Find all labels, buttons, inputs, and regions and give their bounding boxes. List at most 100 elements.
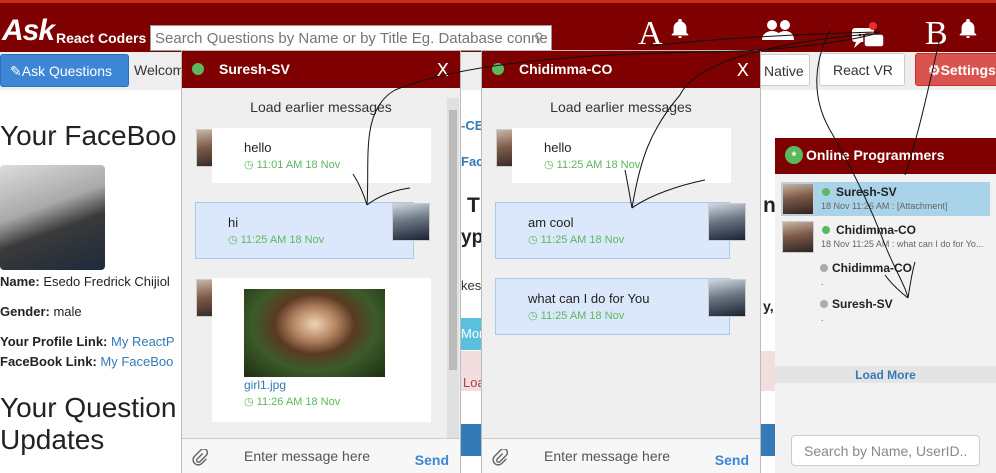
annotation-label-a: A: [638, 15, 663, 52]
chat-icon[interactable]: [850, 25, 886, 51]
online-status-dot: [822, 188, 830, 196]
message-text: hello: [244, 140, 272, 155]
bell-icon-right[interactable]: [957, 17, 979, 39]
load-earlier-messages[interactable]: Load earlier messages: [482, 99, 760, 115]
send-button[interactable]: Send: [415, 452, 449, 468]
brand-subtitle: React Coders: [56, 30, 147, 46]
close-chat-button[interactable]: X: [737, 60, 749, 81]
message-time: ◷ 11:01 AM 18 Nov: [244, 159, 341, 171]
search-users-input[interactable]: Search by Name, UserID..: [791, 435, 980, 466]
online-user-item[interactable]: Chidimma-CO .: [781, 258, 990, 292]
facebook-link[interactable]: My FaceBoo: [100, 354, 173, 369]
chat-window-chidimma: Chidimma-CO X Load earlier messages hell…: [481, 50, 761, 473]
message-time-text: 11:25 AM 18 Nov: [540, 234, 625, 246]
load-more-button[interactable]: Load More: [775, 366, 996, 383]
annotation-label-b: B: [925, 15, 948, 52]
profile-link[interactable]: My ReactP: [111, 334, 175, 349]
chat-scrollbar[interactable]: [447, 98, 459, 473]
gear-icon: ⚙: [928, 62, 941, 78]
star-icon: *: [785, 146, 803, 164]
gender-label: Gender:: [0, 304, 50, 319]
message-input[interactable]: Enter message here: [244, 448, 370, 464]
name-value: Esedo Fredrick Chijiol: [43, 274, 170, 289]
profile-link-row: Your Profile Link: My ReactP: [0, 334, 175, 349]
chat-contact-name: Chidimma-CO: [519, 61, 613, 77]
react-vr-button[interactable]: React VR: [819, 53, 905, 86]
message-incoming: hello ◷ 11:25 AM 18 Nov: [512, 128, 731, 183]
message-time-text: 11:25 AM 18 Nov: [556, 159, 641, 171]
close-chat-button[interactable]: X: [437, 60, 449, 81]
load-earlier-messages[interactable]: Load earlier messages: [182, 99, 460, 115]
users-icon[interactable]: [760, 18, 796, 42]
message-incoming-attachment: girl1.jpg ◷ 11:26 AM 18 Nov: [212, 278, 431, 422]
ask-questions-button[interactable]: ✎Ask Questions: [0, 54, 129, 87]
pencil-icon: ✎: [10, 63, 22, 79]
attachment-image[interactable]: [244, 289, 385, 377]
online-user-item[interactable]: Chidimma-CO 18 Nov 11:25 AM : what can I…: [781, 220, 990, 254]
chat-window-suresh: Suresh-SV X Load earlier messages hello …: [181, 50, 461, 473]
questions-title-line1: Your Question: [0, 392, 177, 423]
online-user-item[interactable]: Suresh-SV .: [781, 294, 990, 328]
message-incoming: hello ◷ 11:01 AM 18 Nov: [212, 128, 431, 183]
paperclip-icon[interactable]: [491, 449, 509, 467]
chat-header[interactable]: Suresh-SV X: [182, 51, 460, 88]
online-programmers-header: * Online Programmers: [775, 138, 996, 174]
profile-picture: [0, 165, 105, 270]
bell-icon[interactable]: [669, 17, 691, 39]
search-icon[interactable]: ⚲: [534, 30, 544, 46]
welcome-text: Welcom: [134, 62, 185, 78]
settings-button[interactable]: ⚙Settings: [915, 53, 996, 86]
avatar: [392, 203, 430, 241]
facebook-profile-title: Your FaceBoo: [0, 120, 177, 151]
facebook-link-row: FaceBook Link: My FaceBoo: [0, 354, 173, 369]
brand-logo[interactable]: Ask: [2, 14, 55, 48]
online-user-last-message: .: [821, 277, 824, 287]
bg-fragment-t: T: [467, 194, 480, 217]
message-time-text: 11:01 AM 18 Nov: [256, 159, 341, 171]
avatar: [708, 203, 746, 241]
avatar: [782, 183, 814, 215]
offline-status-dot: [820, 264, 828, 272]
online-user-last-message: 18 Nov 11:26 AM : [Attachment]: [821, 201, 948, 211]
native-button[interactable]: Native: [757, 54, 810, 86]
message-text: hello: [544, 140, 572, 155]
profile-name-row: Name: Esedo Fredrick Chijiol: [0, 274, 170, 289]
bg-fragment-n: n: [763, 194, 776, 217]
online-user-item[interactable]: Suresh-SV 18 Nov 11:26 AM : [Attachment]: [781, 182, 990, 216]
message-input[interactable]: Enter message here: [544, 448, 670, 464]
message-text: hi: [228, 215, 239, 230]
paperclip-icon[interactable]: [191, 449, 209, 467]
message-text: am cool: [528, 215, 574, 230]
questions-title: Your Question Updates: [0, 392, 176, 456]
online-user-name: Suresh-SV: [836, 185, 897, 199]
profile-gender-row: Gender: male: [0, 304, 82, 319]
bg-fragment-kes: kes: [461, 278, 482, 293]
avatar: [782, 221, 814, 253]
message-text: what can I do for You: [528, 291, 650, 306]
message-time: ◷ 11:25 AM 18 Nov: [544, 159, 641, 171]
settings-label: Settings: [940, 62, 996, 78]
online-user-name: Suresh-SV: [832, 297, 893, 311]
send-button[interactable]: Send: [715, 452, 749, 468]
profile-link-label: Your Profile Link:: [0, 334, 108, 349]
online-user-name: Chidimma-CO: [832, 261, 913, 275]
notification-dot: [869, 22, 877, 30]
chat-header[interactable]: Chidimma-CO X: [482, 51, 760, 88]
message-outgoing: what can I do for You ◷ 11:25 AM 18 Nov: [495, 278, 730, 335]
ask-questions-label: Ask Questions: [21, 63, 112, 79]
name-label: Name:: [0, 274, 40, 289]
message-time: ◷ 11:25 AM 18 Nov: [528, 234, 625, 246]
attachment-link[interactable]: girl1.jpg: [244, 378, 286, 392]
search-questions-input[interactable]: [150, 25, 552, 51]
gender-value: male: [53, 304, 82, 319]
message-time-text: 11:25 AM 18 Nov: [240, 234, 325, 246]
chat-footer: Enter message here Send: [182, 438, 460, 473]
message-time: ◷ 11:25 AM 18 Nov: [528, 310, 625, 322]
online-user-last-message: 18 Nov 11:25 AM : what can I do for Yo..…: [821, 239, 984, 249]
online-status-dot: [492, 63, 504, 75]
facebook-link-label: FaceBook Link:: [0, 354, 97, 369]
chat-footer: Enter message here Send: [482, 438, 760, 473]
bg-more-button[interactable]: More: [461, 318, 481, 350]
message-outgoing: am cool ◷ 11:25 AM 18 Nov: [495, 202, 730, 259]
scrollbar-thumb[interactable]: [449, 110, 457, 370]
